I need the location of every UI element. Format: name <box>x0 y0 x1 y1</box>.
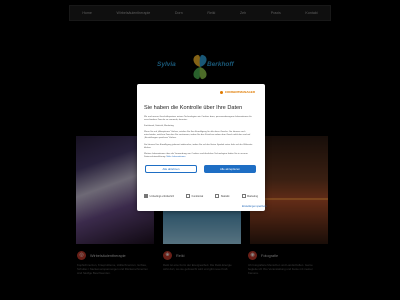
accept-all-button[interactable]: Alle akzeptieren <box>204 165 256 173</box>
checkbox-icon[interactable] <box>215 194 220 198</box>
save-settings-link[interactable]: Einstellungen speichern <box>242 206 266 208</box>
checkbox-icon[interactable] <box>144 194 148 198</box>
option-functional[interactable]: Funktional <box>186 194 203 198</box>
consent-paragraph: Sie können Ihre Einwilligung jederzeit w… <box>144 143 253 149</box>
option-label: Funktional <box>191 194 204 198</box>
reject-all-button[interactable]: Alle ablehnen <box>145 165 197 173</box>
option-label: Unbedingt erforderlich <box>149 194 175 198</box>
privacy-link[interactable]: Mehr Informationen <box>167 156 186 158</box>
option-label: Statistik <box>220 194 230 198</box>
option-necessary[interactable]: Unbedingt erforderlich <box>144 194 174 198</box>
option-marketing[interactable]: Marketing <box>241 194 258 198</box>
consent-purposes: Funktional, Statistik, Marketing <box>144 125 174 128</box>
consent-paragraph: Weitere Informationen über die Verwendun… <box>144 152 248 158</box>
option-statistics[interactable]: Statistik <box>215 194 229 198</box>
consent-body: Wir und unsere Geschäftspartner nutzen T… <box>144 116 258 159</box>
checkbox-icon[interactable] <box>186 194 191 198</box>
brand-name: CONSENTMANAGER <box>224 90 255 94</box>
consent-dialog: CONSENTMANAGER Sie haben die Kontrolle ü… <box>137 84 265 211</box>
consent-paragraph: Wir und unsere Geschäftspartner nutzen T… <box>144 116 252 122</box>
page: Home Wirbelsäulentherapie Dorn Reiki Zeh… <box>0 0 400 300</box>
brand-dot-icon <box>219 90 223 94</box>
consent-options: Unbedingt erforderlich Funktional Statis… <box>144 194 258 198</box>
consent-title: Sie haben die Kontrolle über Ihre Daten <box>144 105 243 111</box>
checkbox-icon[interactable] <box>241 194 246 198</box>
consent-paragraph: Wenn Sie auf „Akzeptieren“ klicken, erte… <box>144 131 251 140</box>
option-label: Marketing <box>247 194 258 198</box>
consentmanager-brand: CONSENTMANAGER <box>219 90 255 94</box>
